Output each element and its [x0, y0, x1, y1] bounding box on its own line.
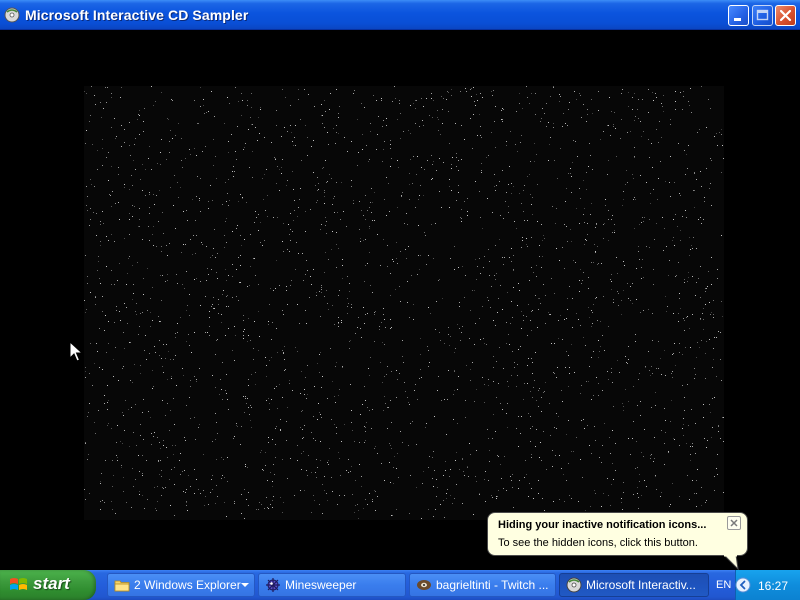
- task-label: Minesweeper: [285, 578, 357, 592]
- task-label: Microsoft Interactiv...: [586, 578, 696, 592]
- chevron-down-icon: [241, 583, 249, 587]
- task-button-windows-explorer[interactable]: 2 Windows Explorer: [107, 573, 255, 597]
- cd-sampler-icon: [566, 577, 582, 593]
- maximize-button[interactable]: [752, 5, 773, 26]
- cd-sampler-icon[interactable]: [4, 7, 20, 23]
- twitch-icon: [417, 580, 431, 590]
- minimize-button[interactable]: [728, 5, 749, 26]
- notification-balloon[interactable]: Hiding your inactive notification icons.…: [487, 512, 748, 556]
- minesweeper-icon: [266, 578, 280, 592]
- starfield-canvas[interactable]: [84, 86, 724, 520]
- show-hidden-icons-button[interactable]: [735, 577, 751, 593]
- app-window: Microsoft Interactive CD Sampler: [0, 0, 800, 570]
- close-button[interactable]: [775, 5, 796, 26]
- balloon-title: Hiding your inactive notification icons.…: [498, 519, 707, 531]
- clock: 16:27: [758, 579, 789, 593]
- windows-logo-icon: [10, 578, 27, 590]
- close-icon: [730, 519, 738, 527]
- title-bar[interactable]: Microsoft Interactive CD Sampler: [0, 0, 800, 30]
- balloon-pointer: [724, 555, 739, 571]
- task-label: bagrieltinti - Twitch ...: [436, 578, 549, 592]
- balloon-text: To see the hidden icons, click this butt…: [498, 537, 698, 549]
- start-label: start: [33, 574, 70, 593]
- language-indicator[interactable]: EN: [716, 579, 731, 591]
- task-button-cd-sampler[interactable]: Microsoft Interactiv...: [559, 573, 709, 597]
- taskbar: start 2 Windows Explorer Minesweeper bag…: [0, 570, 800, 600]
- balloon-close-button[interactable]: [727, 516, 741, 530]
- task-button-minesweeper[interactable]: Minesweeper: [258, 573, 406, 597]
- task-button-twitch[interactable]: bagrieltinti - Twitch ...: [409, 573, 556, 597]
- start-button[interactable]: start: [0, 570, 96, 600]
- task-label: 2 Windows Explorer: [134, 578, 241, 592]
- window-title: Microsoft Interactive CD Sampler: [25, 7, 249, 23]
- mouse-cursor-icon: [69, 340, 84, 368]
- folder-icon: [114, 580, 130, 592]
